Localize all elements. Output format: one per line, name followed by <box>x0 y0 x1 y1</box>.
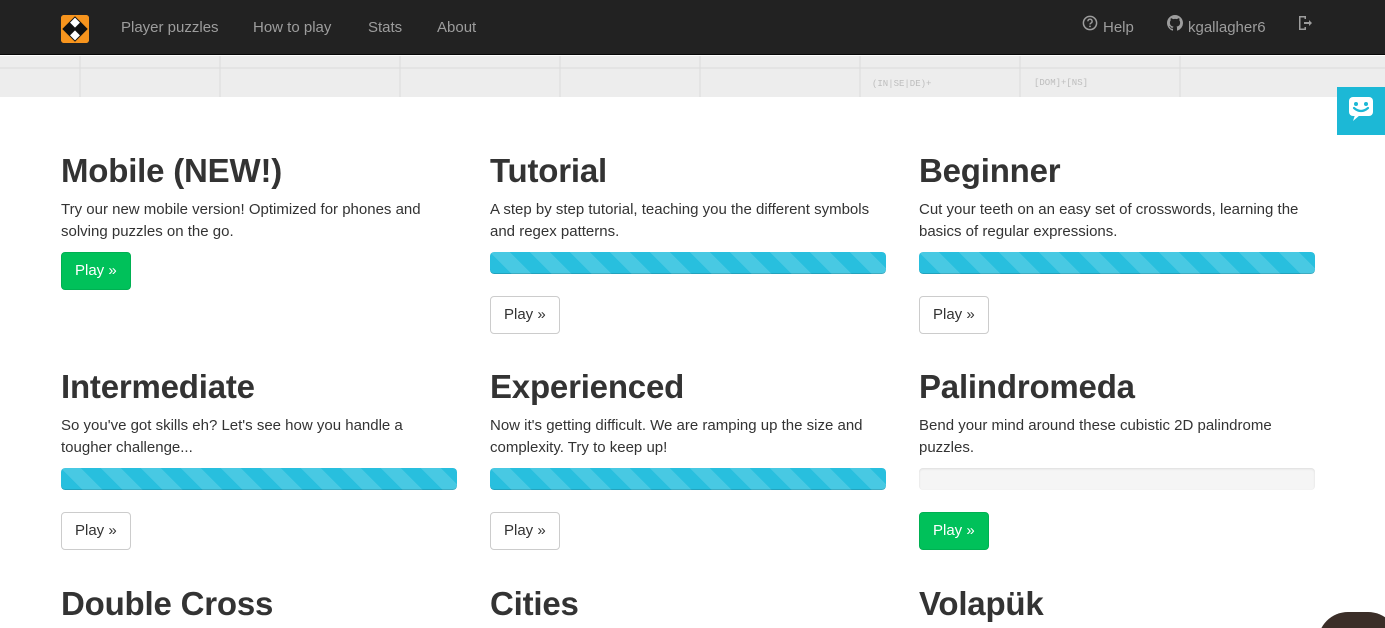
logout-button[interactable] <box>1297 0 1318 55</box>
header-banner: (IN|SE|DE)+ [DOM]+[NS] <box>0 56 1385 97</box>
puzzle-set-intermediate: Intermediate So you've got skills eh? Le… <box>61 367 457 550</box>
play-beginner-button[interactable]: Play » <box>919 296 989 334</box>
puzzle-set-tutorial: Tutorial A step by step tutorial, teachi… <box>490 151 886 334</box>
set-title: Cities <box>490 585 579 622</box>
set-progress <box>919 252 1315 274</box>
play-intermediate-button[interactable]: Play » <box>61 512 131 550</box>
set-title: Experienced <box>490 368 685 405</box>
set-title: Double Cross <box>61 585 274 622</box>
set-progress <box>490 468 886 490</box>
play-experienced-button[interactable]: Play » <box>490 512 560 550</box>
github-icon <box>1167 0 1183 54</box>
play-palindromeda-button[interactable]: Play » <box>919 512 989 550</box>
set-title: Beginner <box>919 152 1061 189</box>
smiley-chat-icon <box>1337 97 1385 139</box>
set-progress-bar <box>919 252 1315 274</box>
nav-player-puzzles[interactable]: Player puzzles <box>121 0 219 55</box>
puzzle-set-experienced: Experienced Now it's getting difficult. … <box>490 367 886 550</box>
top-navbar: Player puzzles How to play Stats About H… <box>0 0 1385 55</box>
play-mobile-button[interactable]: Play » <box>61 252 131 290</box>
set-progress-bar <box>61 468 457 490</box>
diamond-grid-logo-icon[interactable] <box>61 15 89 43</box>
feedback-button[interactable] <box>1337 87 1385 135</box>
puzzle-set-beginner: Beginner Cut your teeth on an easy set o… <box>919 151 1315 334</box>
set-progress-bar <box>490 468 886 490</box>
puzzle-set-palindromeda: Palindromeda Bend your mind around these… <box>919 367 1315 550</box>
set-progress <box>490 252 886 274</box>
puzzle-set-cities: Cities <box>490 584 886 624</box>
puzzle-set-double-cross: Double Cross <box>61 584 457 624</box>
set-title: Intermediate <box>61 368 255 405</box>
set-progress <box>919 468 1315 490</box>
puzzle-set-mobile: Mobile (NEW!) Try our new mobile version… <box>61 151 457 290</box>
set-title: Volapük <box>919 585 1044 622</box>
corner-avatar-fragment <box>1318 612 1385 628</box>
set-title: Tutorial <box>490 152 607 189</box>
set-progress <box>61 468 457 490</box>
nav-user-profile[interactable]: kgallagher6 <box>1167 0 1266 55</box>
nav-user-label: kgallagher6 <box>1188 19 1266 36</box>
set-description: Now it's getting difficult. We are rampi… <box>490 417 863 456</box>
banner-text-2: [DOM]+[NS] <box>1034 78 1088 88</box>
play-tutorial-button[interactable]: Play » <box>490 296 560 334</box>
nav-help[interactable]: Help <box>1082 0 1134 55</box>
puzzle-set-volapuk: Volapük <box>919 584 1315 624</box>
set-description: Bend your mind around these cubistic 2D … <box>919 417 1272 456</box>
set-description: Cut your teeth on an easy set of crosswo… <box>919 201 1299 240</box>
nav-help-label: Help <box>1103 19 1134 36</box>
banner-text-1: (IN|SE|DE)+ <box>872 79 931 89</box>
nav-about[interactable]: About <box>437 0 476 55</box>
set-progress-bar <box>490 252 886 274</box>
set-description: A step by step tutorial, teaching you th… <box>490 201 870 240</box>
set-description: Try our new mobile version! Optimized fo… <box>61 201 421 240</box>
set-title: Mobile (NEW!) <box>61 152 283 189</box>
question-circle-icon <box>1082 0 1098 54</box>
nav-stats[interactable]: Stats <box>368 0 402 55</box>
set-description: So you've got skills eh? Let's see how y… <box>61 417 403 456</box>
regex-grid-decoration: (IN|SE|DE)+ [DOM]+[NS] <box>0 56 1385 97</box>
set-title: Palindromeda <box>919 368 1135 405</box>
sign-out-icon <box>1297 0 1313 54</box>
nav-how-to-play[interactable]: How to play <box>253 0 331 55</box>
